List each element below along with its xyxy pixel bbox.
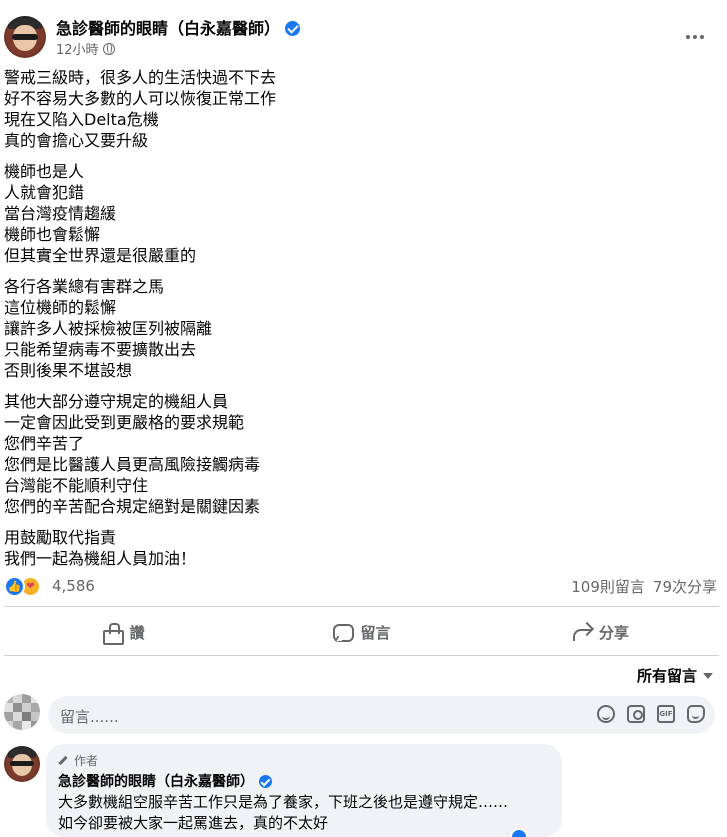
post-line: 用鼓勵取代指責 <box>4 528 117 547</box>
post-line: 現在又陷入Delta危機 <box>4 110 159 129</box>
post-timestamp[interactable]: 12小時 <box>56 39 115 58</box>
share-button[interactable]: 分享 <box>481 610 719 654</box>
post-line: 只能希望病毒不要擴散出去 <box>4 340 197 359</box>
post-line: 您們的辛苦配合規定絕對是關鍵因素 <box>4 497 261 516</box>
post-paragraph: 用鼓勵取代指責 我們一起為機組人員加油！ <box>4 527 704 569</box>
author-tag: 作者 <box>58 752 98 769</box>
comment-author-name[interactable]: 急診醫師的眼睛（白永嘉醫師） <box>58 774 254 790</box>
post-line: 警戒三級時，很多人的生活快過不下去 <box>4 68 277 87</box>
author-name[interactable]: 急診醫師的眼睛（白永嘉醫師） <box>56 15 301 39</box>
sticker-icon[interactable] <box>687 705 705 723</box>
speech-bubble-icon <box>332 622 355 642</box>
share-count-link[interactable]: 79次分享 <box>653 578 717 596</box>
like-label: 讚 <box>129 623 145 642</box>
post-line: 好不容易大多數的人可以恢復正常工作 <box>4 89 277 108</box>
post-body: 警戒三級時，很多人的生活快過不下去 好不容易大多數的人可以恢復正常工作 現在又陷… <box>4 67 704 579</box>
post-line: 您們是比醫護人員更高風險接觸病毒 <box>4 455 261 474</box>
reply-author-avatar[interactable] <box>4 746 40 782</box>
post-line: 人就會犯錯 <box>4 183 85 202</box>
pencil-icon <box>58 755 68 766</box>
post-line: 機師也會鬆懈 <box>4 225 101 244</box>
comment-line: 如今卻要被大家一起罵進去，真的不太好 <box>58 814 329 832</box>
post-time-text[interactable]: 12小時 <box>56 43 99 58</box>
post-line: 各行各業總有害群之馬 <box>4 277 165 296</box>
post-line: 當台灣疫情趨緩 <box>4 204 117 223</box>
comment-text: 大多數機組空服辛苦工作只是為了養家，下班之後也是遵守規定…… 如今卻要被大家一起… <box>58 792 508 834</box>
comment-filter-dropdown[interactable]: 所有留言 <box>637 665 713 686</box>
post-header: 急診醫師的眼睛（白永嘉醫師） 12小時 <box>0 0 727 64</box>
comment-author[interactable]: 急診醫師的眼睛（白永嘉醫師） <box>58 771 272 791</box>
post-paragraph: 各行各業總有害群之馬 這位機師的鬆懈 讓許多人被採檢被匡列被隔離 只能希望病毒不… <box>4 276 704 381</box>
thumbs-up-icon <box>102 622 124 645</box>
verified-badge-icon <box>259 775 272 788</box>
reaction-icons[interactable]: ❤ 👍 <box>4 576 48 598</box>
comment-tools: GIF <box>597 705 705 723</box>
post-line: 這位機師的鬆懈 <box>4 298 117 317</box>
post-paragraph: 機師也是人 人就會犯錯 當台灣疫情趨緩 機師也會鬆懈 但其實全世界還是很嚴重的 <box>4 161 704 266</box>
comment-placeholder: 留言...... <box>60 708 119 726</box>
post-line: 否則後果不堪設想 <box>4 361 133 380</box>
divider <box>4 655 719 656</box>
more-options-button[interactable] <box>680 22 710 52</box>
comment-line: 大多數機組空服辛苦工作只是為了養家，下班之後也是遵守規定…… <box>58 793 509 811</box>
like-reaction-icon: 👍 <box>4 576 25 597</box>
more-dot-icon <box>693 35 697 39</box>
reaction-count[interactable]: 4,586 <box>52 577 95 595</box>
post-line: 您們辛苦了 <box>4 434 85 453</box>
comment-input[interactable]: 留言...... GIF <box>48 696 715 734</box>
share-label: 分享 <box>598 623 629 642</box>
comment-filter-label: 所有留言 <box>636 667 697 685</box>
comment-label: 留言 <box>360 623 391 642</box>
post-line: 其他大部分遵守規定的機組人員 <box>4 392 229 411</box>
gif-icon[interactable]: GIF <box>657 705 675 723</box>
share-arrow-icon <box>571 622 591 642</box>
author-name-text[interactable]: 急診醫師的眼睛（白永嘉醫師） <box>56 19 280 38</box>
post-line: 我們一起為機組人員加油！ <box>4 549 197 568</box>
post-paragraph: 警戒三級時，很多人的生活快過不下去 好不容易大多數的人可以恢復正常工作 現在又陷… <box>4 67 704 151</box>
caret-down-icon <box>703 673 713 679</box>
author-avatar[interactable] <box>4 16 46 58</box>
more-dot-icon <box>686 35 690 39</box>
reactions-bar: ❤ 👍 4,586 109則留言 79次分享 <box>4 574 723 600</box>
more-dot-icon <box>700 35 704 39</box>
post-line: 台灣能不能順利守住 <box>4 476 149 495</box>
post-actions: 讚 留言 分享 <box>4 610 719 654</box>
comment-bubble: 作者 急診醫師的眼睛（白永嘉醫師） 大多數機組空服辛苦工作只是為了養家，下班之後… <box>46 744 562 837</box>
post-line: 讓許多人被採檢被匡列被隔離 <box>4 319 213 338</box>
post-line: 一定會因此受到更嚴格的要求規範 <box>4 413 245 432</box>
author-tag-label: 作者 <box>74 754 99 768</box>
emoji-icon[interactable] <box>597 705 615 723</box>
post-line: 真的會擔心又要升級 <box>4 131 149 150</box>
post-line: 但其實全世界還是很嚴重的 <box>4 246 197 265</box>
comment-count-link[interactable]: 109則留言 <box>571 578 645 596</box>
like-button[interactable]: 讚 <box>4 610 242 654</box>
divider <box>4 606 719 607</box>
current-user-avatar[interactable] <box>4 694 40 730</box>
engagement-stats: 109則留言 79次分享 <box>563 576 717 597</box>
camera-icon[interactable] <box>627 705 645 723</box>
post-paragraph: 其他大部分遵守規定的機組人員 一定會因此受到更嚴格的要求規範 您們辛苦了 您們是… <box>4 391 704 517</box>
post-line: 機師也是人 <box>4 162 85 181</box>
verified-badge-icon <box>285 21 301 36</box>
comment-button[interactable]: 留言 <box>242 610 480 654</box>
globe-icon <box>102 43 115 55</box>
